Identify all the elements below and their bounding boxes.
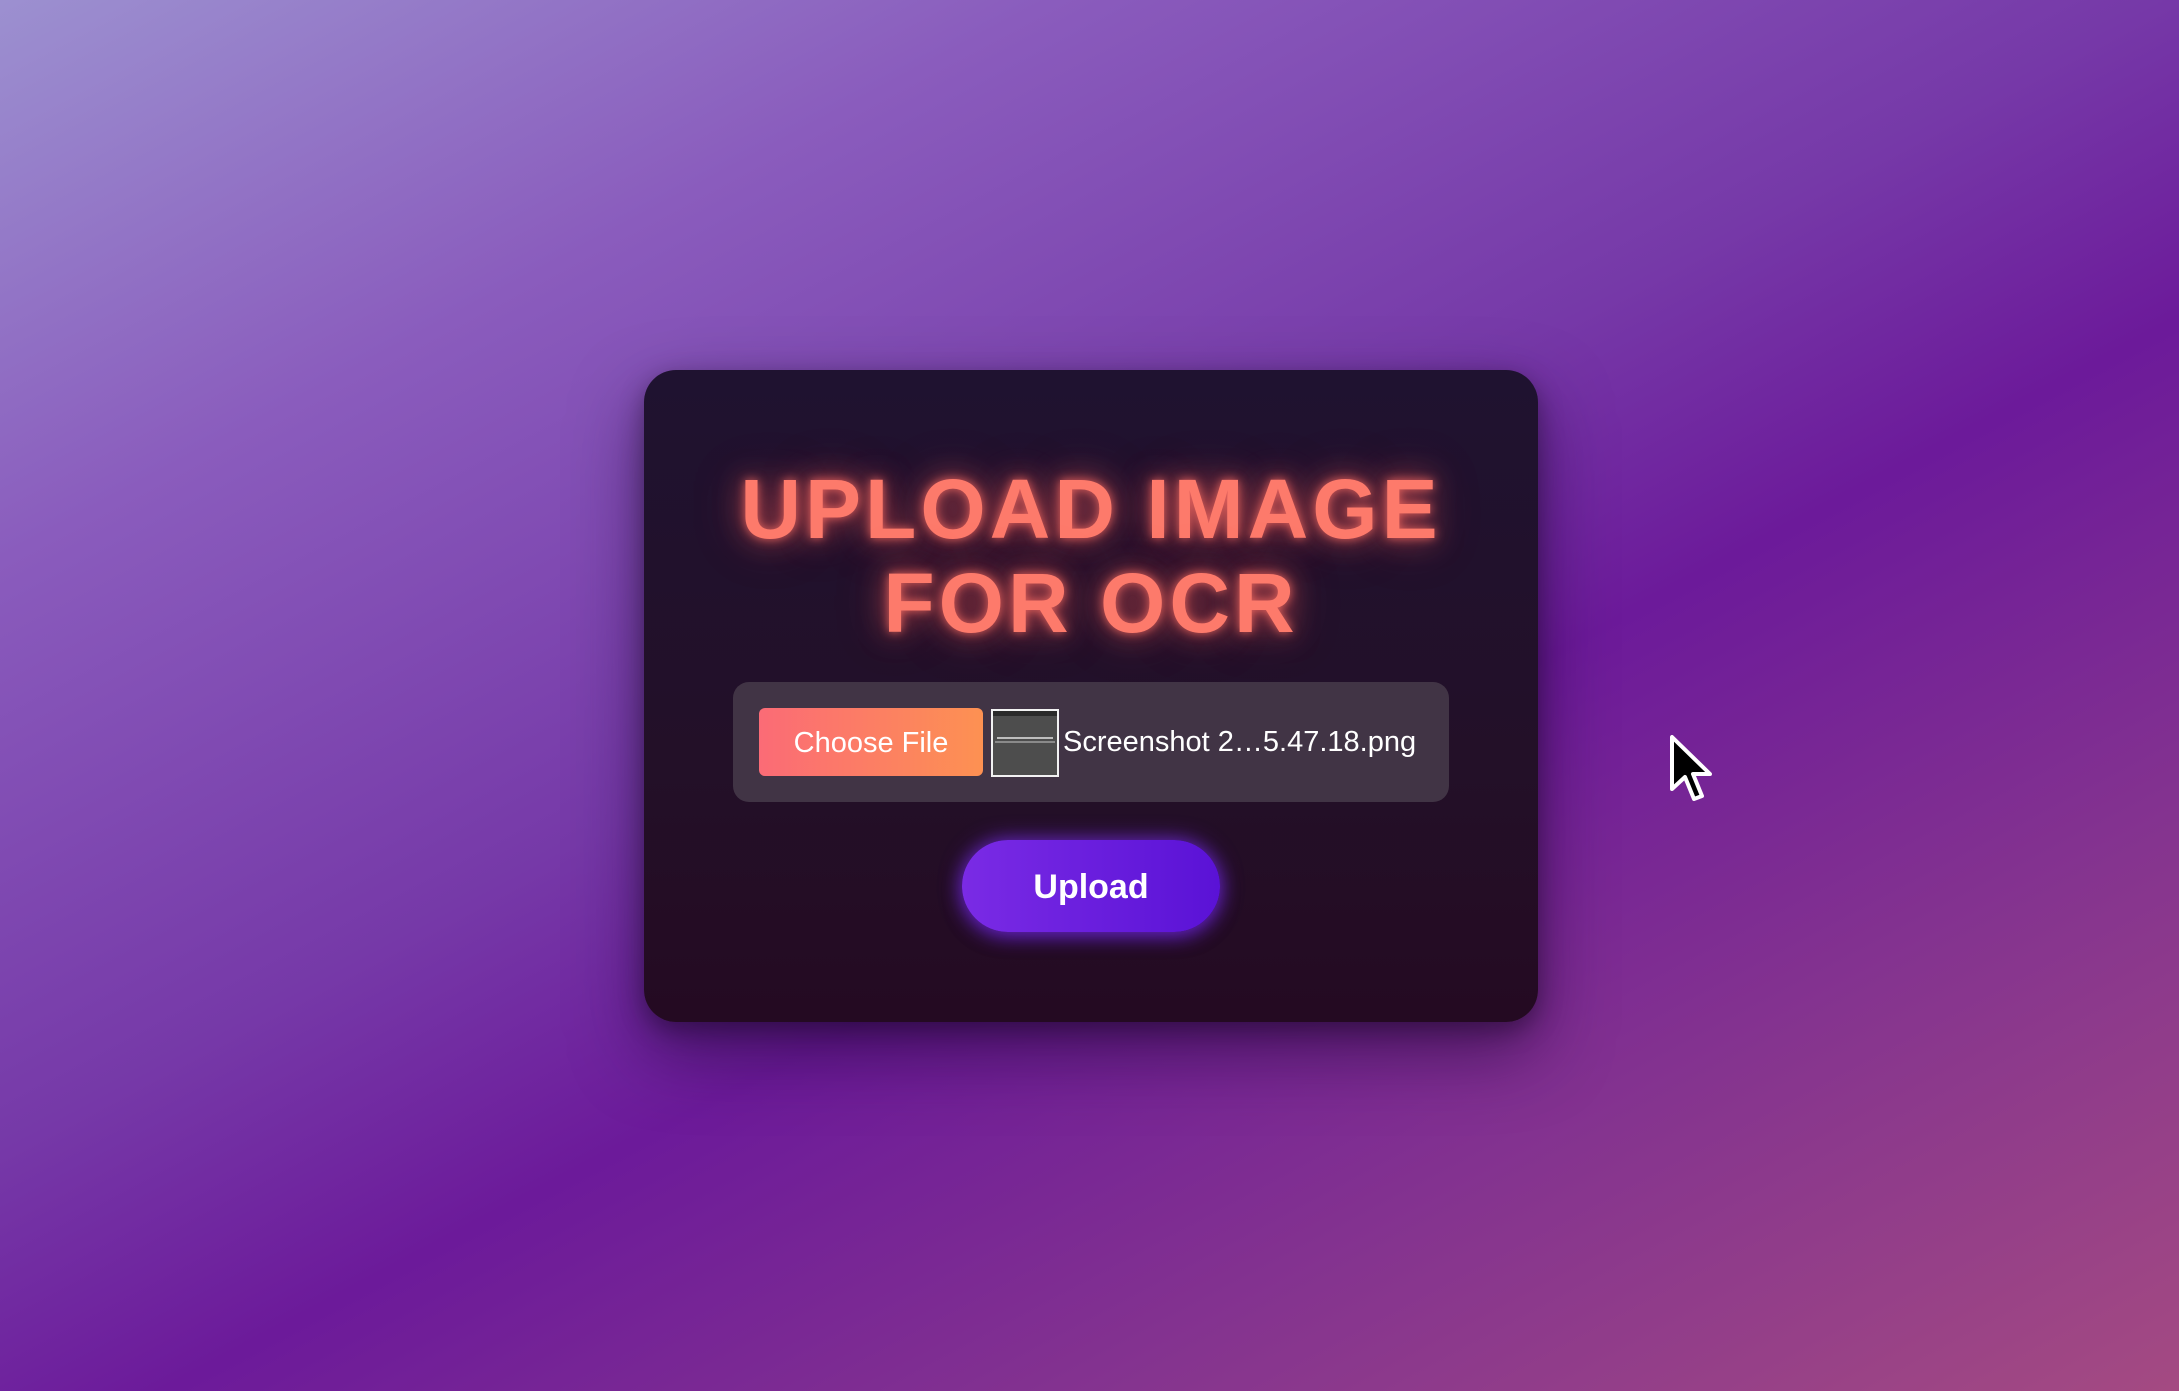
image-thumbnail-icon: [991, 709, 1059, 777]
page-title: UPLOAD IMAGE FOR OCR: [644, 462, 1538, 650]
choose-file-button[interactable]: Choose File: [759, 708, 983, 776]
title-line-1: UPLOAD IMAGE: [740, 462, 1442, 556]
upload-card: UPLOAD IMAGE FOR OCR Choose File Screens…: [644, 370, 1538, 1022]
title-line-2: FOR OCR: [883, 556, 1299, 650]
selected-file-name: Screenshot 2…5.47.18.png: [1063, 726, 1417, 758]
file-input[interactable]: Choose File Screenshot 2…5.47.18.png: [733, 682, 1449, 802]
mouse-pointer-icon: [1670, 735, 1712, 801]
upload-button[interactable]: Upload: [962, 840, 1220, 932]
